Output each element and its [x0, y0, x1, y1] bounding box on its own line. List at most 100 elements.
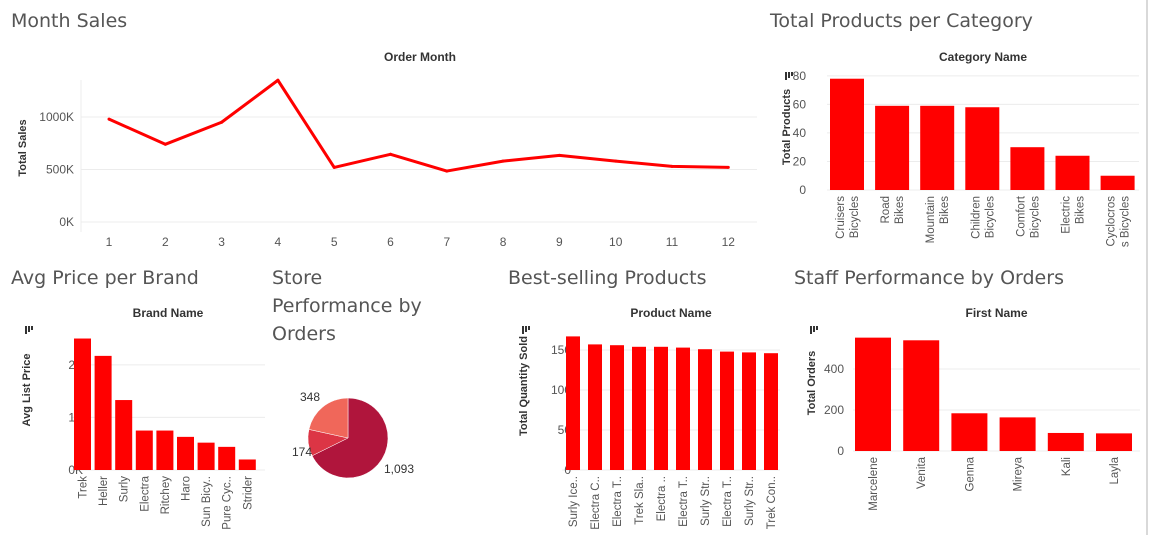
avg_price_brand-x-tick-label: Trek	[78, 476, 90, 499]
products_per_category-bar	[920, 105, 955, 190]
panel-month-sales: Month Sales Order Month Total Sales 0K 500K…	[0, 0, 760, 260]
staff-performance-chart: First Name Total Orders 0 200 400 Marcelene Ve…	[806, 306, 1140, 511]
best_selling-x-tick-label: Trek Sla..	[634, 476, 646, 525]
best_selling-y-label: Total Quantity Sold	[518, 336, 530, 436]
month-sales-point	[163, 142, 167, 146]
products_per_category-bar	[1100, 175, 1135, 190]
avg_price_brand-x-tick-label: Heller	[98, 476, 110, 506]
sort-icon	[810, 326, 818, 334]
avg_price_brand-bar	[94, 355, 112, 470]
panel-staff-performance: Staff Performance by Orders First Name To…	[788, 262, 1146, 535]
products_per_category-x-tick-label: Bicycles	[984, 196, 996, 238]
products_per_category-x-tick-label: Cyclocros	[1106, 196, 1118, 247]
avg_price_brand-bar	[115, 400, 133, 470]
staff_performance-x-tick-label: Genna	[964, 456, 976, 491]
staff_performance-bar	[999, 417, 1036, 451]
staff_performance-y-tick-label: 400	[824, 362, 844, 376]
month-sales-x-tick-label: 9	[556, 235, 563, 249]
avg_price_brand-bar	[74, 338, 91, 470]
month-sales-chart: Order MonthTotal Sales0K500K1000K1 2 3 4 5 6 7…	[17, 50, 757, 249]
avg_price_brand-x-tick-label: Strider	[242, 476, 254, 510]
products_per_category-x-tick-label: Comfort	[1015, 195, 1027, 237]
products_per_category-bar	[1010, 147, 1045, 190]
best_selling-bar	[610, 345, 624, 470]
products_per_category-y-label: Total Products	[781, 89, 793, 165]
panel-best-selling: Best-selling Products Product Name Total …	[500, 262, 785, 535]
store-pie-label: 348	[300, 390, 320, 404]
products_per_category-x-tick-label: Bikes	[939, 196, 951, 224]
avg_price_brand-bar	[135, 430, 153, 470]
products_per_category-y-tick-label: 20	[793, 154, 807, 168]
month-sales-x-tick-label: 7	[443, 235, 450, 249]
month-sales-x-tick-label: 4	[275, 235, 282, 249]
best_selling-x-tick-label: Electra T..	[612, 476, 624, 527]
month-sales-point	[276, 78, 280, 82]
month-sales-x-tick-label: 5	[331, 235, 338, 249]
avg_price_brand-x-tick-label: Haro	[181, 476, 193, 501]
best_selling-bar	[742, 352, 756, 470]
avg_price_brand-bar	[156, 430, 174, 470]
best_selling-bar	[632, 346, 646, 470]
avg_price_brand-y-label: Avg List Price	[21, 354, 33, 427]
products_per_category-bar	[1055, 155, 1090, 190]
month-sales-y-tick-label: 1000K	[39, 110, 74, 124]
staff_performance-y-tick-label: 0	[837, 444, 844, 458]
staff_performance-x-tick-label: Kali	[1061, 457, 1073, 476]
best_selling-x-tick-label: Electra T..	[678, 476, 690, 527]
month-sales-point	[670, 164, 674, 168]
month-sales-axis-title: Order Month	[384, 50, 456, 64]
month-sales-point	[501, 159, 505, 163]
month-sales-x-tick-label: 10	[609, 235, 623, 249]
avg_price_brand-x-tick-label: Ritchey	[160, 476, 172, 515]
month-sales-line	[108, 78, 729, 173]
dashboard-right-border	[1146, 0, 1148, 535]
staff_performance-bar	[855, 337, 891, 451]
products_per_category-x-tick-label: Bikes	[1075, 196, 1087, 224]
staff_performance-bar	[1047, 432, 1084, 451]
avg_price_brand-bar	[177, 436, 194, 470]
staff_performance-x-tick-label: Marcelene	[868, 457, 880, 511]
best_selling-bar	[676, 347, 690, 470]
staff_performance-axis-title: First Name	[965, 306, 1027, 320]
month-sales-x-tick-label: 1	[106, 235, 113, 249]
staff_performance-bar	[903, 340, 940, 451]
month-sales-point	[332, 165, 336, 169]
month-sales-x-tick-label: 6	[387, 235, 394, 249]
best_selling-bar	[566, 336, 580, 470]
products_per_category-bar	[875, 105, 910, 190]
month-sales-point	[107, 117, 111, 121]
avg-price-brand-chart: Brand NameAvg List Price0K1K2KTrekHeller…	[21, 306, 265, 530]
products_per_category-bar	[965, 107, 1000, 190]
products_per_category-x-tick-label: Cruisers	[835, 196, 847, 239]
avg_price_brand-x-tick-label: Pure Cyc..	[222, 476, 234, 530]
staff_performance-x-tick-label: Layla	[1109, 456, 1121, 484]
month-sales-x-tick-label: 8	[500, 235, 507, 249]
month-sales-x-tick-label: 11	[666, 235, 679, 249]
products_per_category-x-tick-label: s Bicycles	[1120, 196, 1132, 247]
store-pie-label: 1,093	[384, 462, 414, 476]
products_per_category-y-tick-label: 80	[793, 69, 807, 83]
avg_price_brand-x-tick-label: Surly	[119, 476, 131, 502]
staff_performance-bar	[1096, 433, 1132, 451]
staff_performance-y-label: Total Orders	[806, 351, 818, 416]
month-sales-x-tick-label: 12	[722, 235, 736, 249]
best_selling-bar	[720, 351, 734, 470]
best_selling-bar	[698, 349, 712, 470]
month-sales-point	[726, 165, 730, 169]
best_selling-bar	[764, 353, 778, 470]
products_per_category-x-tick-label: Road	[880, 196, 892, 224]
month-sales-x-tick-label: 3	[218, 235, 225, 249]
avg_price_brand-bar	[197, 442, 215, 470]
best_selling-x-tick-label: Electra T..	[722, 476, 734, 527]
best_selling-x-tick-label: Electra C..	[590, 476, 602, 530]
month-sales-point	[614, 159, 618, 163]
panel-products-per-category: Total Products per Category Category Nam…	[765, 0, 1146, 260]
panel-avg-price-brand: Avg Price per Brand Brand Name Avg List P…	[0, 262, 268, 535]
products_per_category-x-tick-label: Mountain	[925, 196, 937, 243]
products_per_category-y-tick-label: 60	[793, 97, 807, 111]
month-sales-y-tick-label: 0K	[59, 215, 74, 229]
month-sales-y-label: Total Sales	[17, 119, 29, 176]
best_selling-axis-title: Product Name	[630, 306, 712, 320]
month-sales-point	[389, 152, 392, 156]
products_per_category-x-tick-label: Bicycles	[1029, 196, 1041, 238]
